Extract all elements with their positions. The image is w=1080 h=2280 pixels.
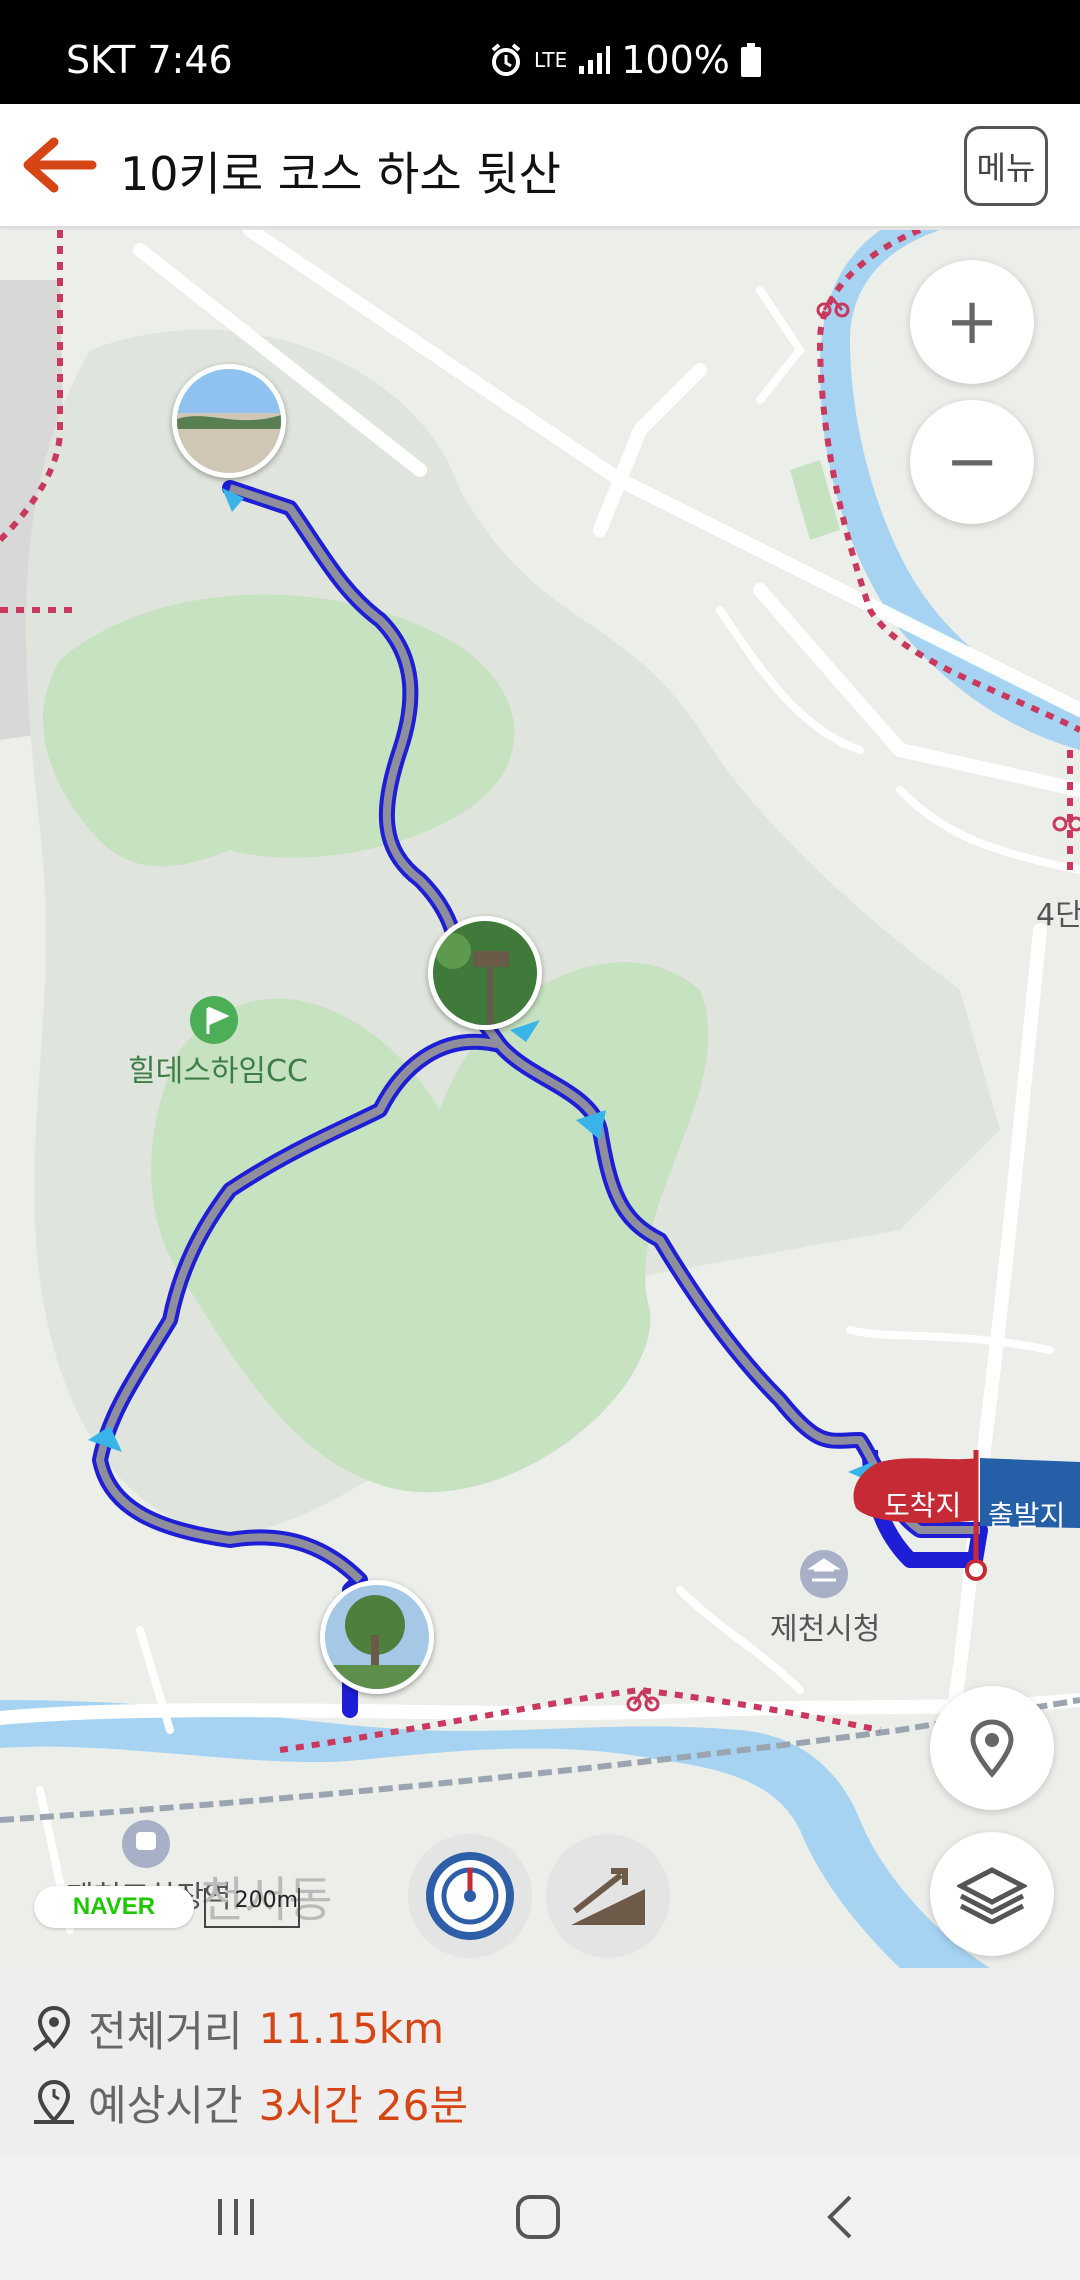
system-back-button[interactable] [800,2184,880,2250]
system-nav-bar [0,2154,1080,2280]
battery-level: 100% [621,38,730,82]
cityhall-label: 제천시청 [770,1612,881,1647]
time-label: 예상시간 [88,2081,243,2130]
elevation-button[interactable] [546,1834,670,1958]
naver-logo: NAVER [34,1886,194,1928]
map-view[interactable]: 힐데스하임CC 제천시청 제천조차장역 천서동 4단 도착지 출발지 + − N… [0,230,1080,1968]
zoom-out-button[interactable]: − [910,400,1034,524]
menu-button[interactable]: 메뉴 [964,126,1048,206]
departure-flag-label: 출발지 [988,1499,1066,1532]
photo-marker[interactable] [172,364,286,478]
partial-label: 4단 [1036,898,1080,933]
carrier-time: SKT 7:46 [66,38,233,82]
lte-icon: LTE [534,48,568,72]
distance-label: 전체거리 [88,2007,243,2056]
signal-icon [579,46,611,74]
elevation-icon [571,1868,645,1925]
status-bar: SKT 7:46 LTE 100% [0,0,1080,104]
distance-pin-icon [32,2005,71,2052]
page-title: 10키로 코스 하소 뒷산 [120,147,561,201]
speedometer-button[interactable] [408,1834,532,1958]
back-icon [827,2195,852,2239]
route-info-panel: 전체거리 11.15km 예상시간 3시간 26분 [0,1968,1080,2154]
back-arrow-icon [23,137,97,193]
distance-row: 전체거리 11.15km [30,1998,444,2059]
app-header: 10키로 코스 하소 뒷산 메뉴 [0,104,1080,228]
battery-icon [740,43,761,77]
alarm-icon [491,43,521,76]
location-pin-icon [970,1719,1014,1778]
photo-marker[interactable] [428,916,542,1030]
home-button[interactable] [498,2184,578,2250]
arrival-flag-label: 도착지 [884,1489,962,1522]
distance-value: 11.15km [258,2004,445,2053]
back-button[interactable] [18,130,98,200]
speedometer-icon [426,1852,514,1940]
zoom-in-button[interactable]: + [910,260,1034,384]
home-icon [516,2195,560,2239]
recent-apps-icon [218,2199,254,2235]
layers-button[interactable] [930,1832,1054,1956]
time-value: 3시간 26분 [258,2081,468,2130]
photo-marker[interactable] [320,1580,434,1694]
recent-apps-button[interactable] [196,2184,276,2250]
time-row: 예상시간 3시간 26분 [30,2072,468,2133]
golf-course-label: 힐데스하임CC [128,1054,308,1089]
my-location-button[interactable] [930,1686,1054,1810]
map-scale: 200m [204,1888,300,1928]
layers-icon [957,1867,1027,1924]
status-icons: LTE 100% [488,38,762,82]
time-pin-icon [34,2079,74,2124]
